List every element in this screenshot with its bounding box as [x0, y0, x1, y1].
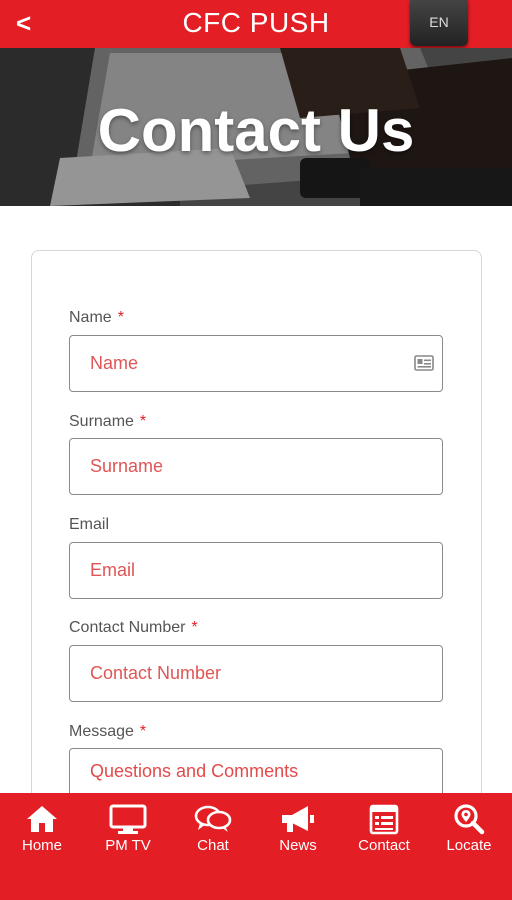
- name-label-text: Name: [69, 309, 112, 326]
- page-title: Contact Us: [97, 97, 415, 164]
- contact-number-label-text: Contact Number: [69, 619, 186, 636]
- nav-item-pm-tv[interactable]: PM TV: [86, 803, 170, 863]
- locate-search-icon: [454, 804, 485, 835]
- email-field[interactable]: [69, 542, 443, 599]
- name-input[interactable]: [90, 336, 410, 391]
- nav-label-chat: Chat: [197, 837, 229, 854]
- required-asterisk: *: [191, 619, 198, 636]
- megaphone-icon: [282, 806, 314, 832]
- nav-label-contact: Contact: [358, 837, 410, 854]
- tv-icon: [109, 804, 147, 834]
- contact-number-input[interactable]: [90, 646, 410, 701]
- nav-label-locate: Locate: [446, 837, 492, 854]
- contact-number-label: Contact Number *: [69, 618, 198, 638]
- nav-item-chat[interactable]: Chat: [171, 803, 255, 863]
- email-input[interactable]: [90, 543, 410, 598]
- nav-label-news: News: [279, 837, 317, 854]
- surname-field[interactable]: [69, 438, 443, 495]
- hero-banner: Contact Us: [0, 48, 512, 206]
- bottom-navigation: Home PM TV Chat News Contact Locate: [0, 793, 512, 900]
- email-label-text: Email: [69, 516, 110, 533]
- home-icon: [27, 806, 57, 832]
- nav-item-home[interactable]: Home: [0, 803, 84, 863]
- contact-card-icon: [414, 355, 434, 371]
- top-app-bar: < CFC PUSH EN: [0, 0, 512, 48]
- nav-item-contact[interactable]: Contact: [342, 803, 426, 863]
- contact-form-icon: [369, 804, 399, 835]
- nav-label-home: Home: [21, 837, 62, 854]
- surname-input[interactable]: [90, 439, 410, 494]
- language-button[interactable]: EN: [410, 0, 468, 46]
- nav-label-pm-tv: PM TV: [105, 837, 151, 854]
- name-label: Name *: [69, 308, 124, 328]
- surname-label: Surname *: [69, 412, 146, 432]
- email-label: Email: [69, 515, 109, 535]
- required-asterisk: *: [139, 413, 147, 430]
- nav-item-locate[interactable]: Locate: [427, 803, 511, 863]
- required-asterisk: *: [117, 309, 124, 326]
- name-field[interactable]: [69, 335, 443, 392]
- required-asterisk: *: [139, 723, 147, 740]
- message-label: Message *: [69, 722, 146, 742]
- message-label-text: Message: [69, 723, 134, 740]
- nav-item-news[interactable]: News: [256, 803, 340, 863]
- contact-number-field[interactable]: [69, 645, 443, 702]
- surname-label-text: Surname: [69, 413, 134, 430]
- chat-icon: [194, 805, 232, 832]
